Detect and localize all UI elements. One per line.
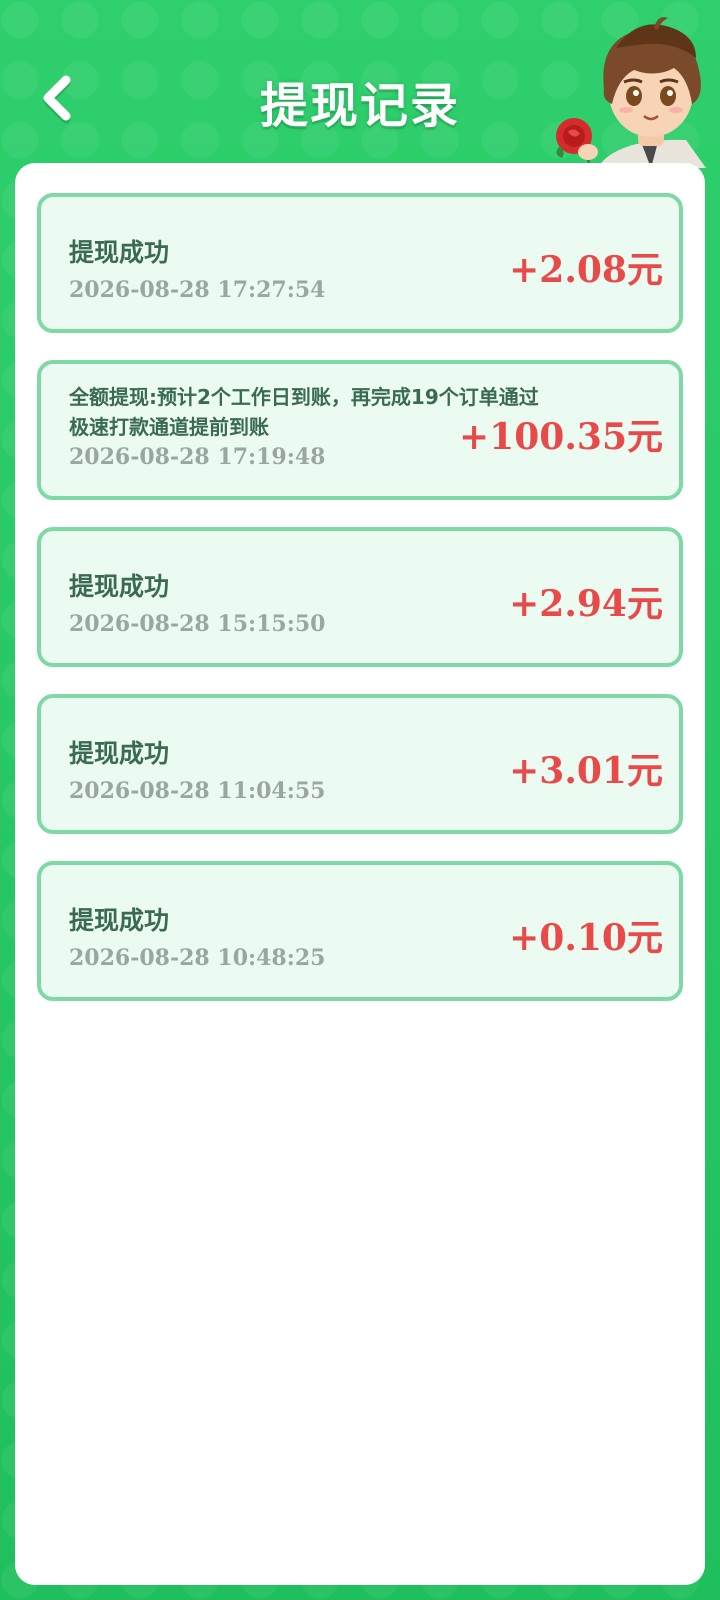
record-card[interactable]: 提现成功 2026-08-28 17:27:54 +2.08元 [37,193,683,333]
record-title: 提现成功 [69,238,170,267]
record-time: 2026-08-28 11:04:55 [69,778,326,804]
record-title: 提现成功 [69,906,170,935]
record-amount: +2.08元 [509,249,663,291]
mascot-avatar-icon [546,8,716,169]
record-card[interactable]: 提现成功 2026-08-28 15:15:50 +2.94元 [37,527,683,667]
record-card[interactable]: 提现成功 2026-08-28 11:04:55 +3.01元 [37,694,683,834]
record-title: 提现成功 [69,739,170,768]
record-amount: +3.01元 [509,750,663,792]
record-amount: +100.35元 [459,416,663,458]
record-amount: +0.10元 [509,917,663,959]
record-amount: +2.94元 [509,583,663,625]
record-list: 提现成功 2026-08-28 17:27:54 +2.08元 全额提现:预计2… [37,193,683,1028]
record-time: 2026-08-28 17:19:48 [69,444,326,470]
record-card[interactable]: 全额提现:预计2个工作日到账，再完成19个订单通过极速打款通道提前到账 2026… [37,360,683,500]
record-time: 2026-08-28 10:48:25 [69,945,326,971]
record-time: 2026-08-28 17:27:54 [69,277,326,303]
header: 提现记录 [0,0,720,169]
record-card[interactable]: 提现成功 2026-08-28 10:48:25 +0.10元 [37,861,683,1001]
record-time: 2026-08-28 15:15:50 [69,611,326,637]
records-panel: 提现成功 2026-08-28 17:27:54 +2.08元 全额提现:预计2… [15,163,705,1585]
record-title: 提现成功 [69,572,170,601]
